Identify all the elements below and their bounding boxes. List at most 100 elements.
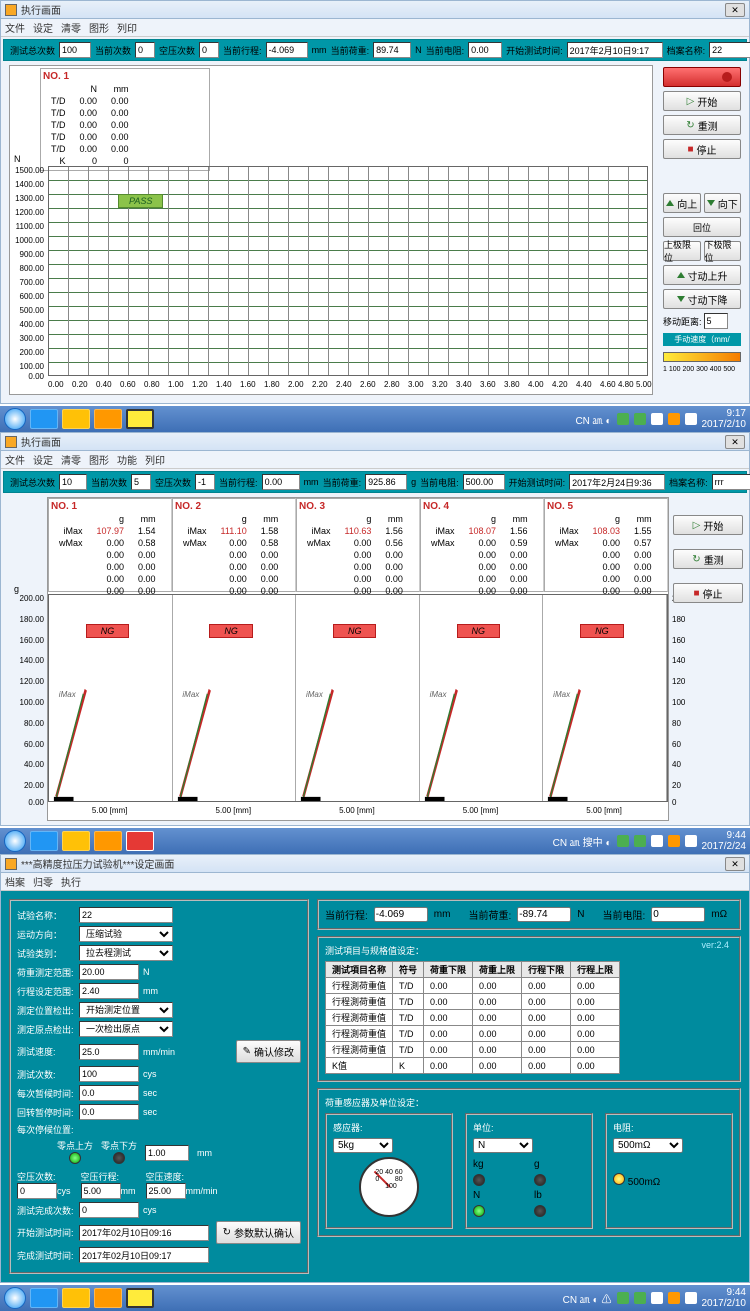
app-taskbar-icon[interactable] [126, 1288, 154, 1308]
tray-lang[interactable]: CN ㏂ ◐ [575, 412, 611, 427]
explorer-icon[interactable] [62, 831, 90, 851]
pos-detect-select[interactable]: 开始测定位置 [79, 1002, 173, 1018]
menu-print[interactable]: 列印 [145, 452, 165, 467]
blank-count-value[interactable] [199, 42, 219, 58]
tray-lang[interactable]: CN ㏂ ◐ ⚠ [563, 1291, 612, 1306]
jog-down-button[interactable]: 寸动下降 [663, 289, 741, 309]
reset-button[interactable]: ↻重测 [673, 549, 743, 569]
total-count-value[interactable] [59, 42, 91, 58]
blank-count-value[interactable] [195, 474, 215, 490]
start-button[interactable]: ▷开始 [673, 515, 743, 535]
menu-file[interactable]: 文件 [5, 452, 25, 467]
total-count-value[interactable] [59, 474, 87, 490]
menu-func[interactable]: 功能 [117, 452, 137, 467]
stop-button[interactable]: ■停止 [673, 583, 743, 603]
ie-icon[interactable] [30, 1288, 58, 1308]
tray-icon[interactable] [651, 1292, 663, 1304]
media-icon[interactable] [94, 1288, 122, 1308]
direction-select[interactable]: 压缩试验 [79, 926, 173, 942]
reset-button[interactable]: ↻重测 [663, 115, 741, 135]
file-value[interactable] [709, 42, 750, 58]
lower-limit-button[interactable]: 下极限位 [704, 241, 742, 261]
menu-setup[interactable]: 设定 [33, 452, 53, 467]
close-icon[interactable]: ✕ [725, 3, 745, 17]
start-menu-icon[interactable] [4, 1287, 26, 1309]
volume-icon[interactable] [685, 1292, 697, 1304]
file-value[interactable] [712, 474, 750, 490]
tray-icon[interactable] [668, 413, 680, 425]
unit-lb-led[interactable] [534, 1205, 546, 1217]
cur-count-value[interactable] [131, 474, 151, 490]
blank-stroke-input[interactable] [81, 1183, 121, 1199]
tray-icon[interactable] [668, 835, 680, 847]
explorer-icon[interactable] [62, 1288, 90, 1308]
blank-speed-input[interactable] [146, 1183, 186, 1199]
sensor-select[interactable]: 5kg [333, 1138, 393, 1153]
menu-zero[interactable]: 归零 [33, 874, 53, 889]
media-icon[interactable] [94, 831, 122, 851]
unit-select[interactable]: N [473, 1138, 533, 1153]
titlebar[interactable]: 执行画面 ✕ [1, 433, 749, 451]
tray-icon[interactable] [634, 413, 646, 425]
return-pause-input[interactable] [79, 1104, 139, 1120]
speed-slider[interactable] [663, 352, 741, 362]
close-icon[interactable]: ✕ [725, 435, 745, 449]
menu-file[interactable]: 文件 [5, 20, 25, 35]
confirm-edit-button[interactable]: ✎确认修改 [236, 1040, 301, 1063]
volume-icon[interactable] [685, 413, 697, 425]
upper-limit-button[interactable]: 上极限位 [663, 241, 701, 261]
tray-icon[interactable] [668, 1292, 680, 1304]
jog-up-button[interactable]: 寸动上升 [663, 265, 741, 285]
titlebar[interactable]: 执行画面 ✕ [1, 1, 749, 19]
up-button[interactable]: 向上 [663, 193, 701, 213]
ie-icon[interactable] [30, 831, 58, 851]
start-button[interactable]: ▷开始 [663, 91, 741, 111]
app-taskbar-icon[interactable] [126, 409, 154, 429]
load-range-input[interactable] [79, 964, 139, 980]
unit-n-led[interactable] [473, 1205, 485, 1217]
unit-kg-led[interactable] [473, 1174, 485, 1186]
down-button[interactable]: 向下 [704, 193, 742, 213]
tray-icon[interactable] [634, 1292, 646, 1304]
cur-count-value[interactable] [135, 42, 155, 58]
stop-button[interactable]: ■停止 [663, 139, 741, 159]
unit-g-led[interactable] [534, 1174, 546, 1186]
tray-icon[interactable] [617, 835, 629, 847]
start-menu-icon[interactable] [4, 830, 26, 852]
menu-graph[interactable]: 图形 [89, 452, 109, 467]
move-dist-input[interactable] [704, 313, 728, 329]
zero-above-led[interactable] [69, 1152, 81, 1164]
speed-input[interactable] [79, 1044, 139, 1060]
blank-cycles-input[interactable] [17, 1183, 57, 1199]
menu-zero[interactable]: 清零 [61, 452, 81, 467]
tray-icon[interactable] [651, 835, 663, 847]
res-select[interactable]: 500mΩ [613, 1138, 683, 1153]
zero-offset-input[interactable] [145, 1145, 189, 1161]
media-icon[interactable] [94, 409, 122, 429]
zero-below-led[interactable] [113, 1152, 125, 1164]
default-confirm-button[interactable]: ↻参数默认确认 [216, 1221, 301, 1244]
close-icon[interactable]: ✕ [725, 857, 745, 871]
menu-graph[interactable]: 图形 [89, 20, 109, 35]
cycles-input[interactable] [79, 1066, 139, 1082]
menu-archive[interactable]: 档案 [5, 874, 25, 889]
menu-setup[interactable]: 设定 [33, 20, 53, 35]
tray-icon[interactable] [634, 835, 646, 847]
explorer-icon[interactable] [62, 409, 90, 429]
app-taskbar-icon[interactable] [126, 831, 154, 851]
stroke-range-input[interactable] [79, 983, 139, 999]
test-name-input[interactable] [79, 907, 173, 923]
tray-icon[interactable] [617, 413, 629, 425]
tray-icon[interactable] [617, 1292, 629, 1304]
menu-execute[interactable]: 执行 [61, 874, 81, 889]
tray-icon[interactable] [651, 413, 663, 425]
home-button[interactable]: 回位 [663, 217, 741, 237]
tray-lang[interactable]: CN ㏂ 搜中 ◐ [553, 834, 612, 849]
ie-icon[interactable] [30, 409, 58, 429]
menu-zero[interactable]: 清零 [61, 20, 81, 35]
test-type-select[interactable]: 拉去程测试 [79, 945, 173, 961]
start-menu-icon[interactable] [4, 408, 26, 430]
menu-print[interactable]: 列印 [117, 20, 137, 35]
pause-each-input[interactable] [79, 1085, 139, 1101]
volume-icon[interactable] [685, 835, 697, 847]
